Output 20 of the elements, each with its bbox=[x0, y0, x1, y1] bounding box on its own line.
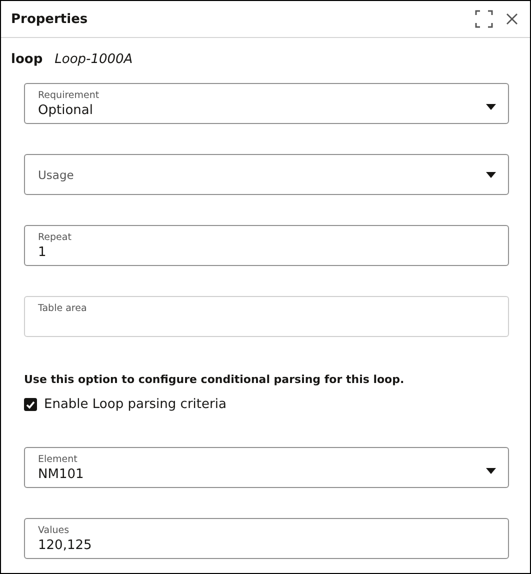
dropdown-field[interactable]: Element NM101 bbox=[24, 447, 509, 488]
enable-criteria-checkbox[interactable]: Enable Loop parsing criteria bbox=[24, 397, 509, 412]
maximize-button[interactable] bbox=[474, 9, 494, 29]
caret-icon bbox=[486, 468, 496, 474]
checkbox-box[interactable] bbox=[24, 398, 37, 411]
input-field[interactable]: Table area bbox=[24, 296, 509, 337]
close-icon bbox=[506, 13, 518, 25]
input-field[interactable]: Values 120,125 bbox=[24, 518, 509, 559]
checkbox-label: Enable Loop parsing criteria bbox=[44, 397, 226, 412]
object-name: Loop-1000A bbox=[54, 52, 133, 67]
input-field[interactable]: Repeat 1 bbox=[24, 225, 509, 266]
dropdown-field[interactable]: Usage bbox=[24, 154, 509, 195]
expand-icon bbox=[475, 10, 493, 28]
panel-title: Properties bbox=[11, 12, 89, 26]
caret-icon bbox=[486, 172, 496, 178]
caret-icon bbox=[486, 104, 496, 110]
dropdown-field[interactable]: Requirement Optional bbox=[24, 83, 509, 124]
check-icon bbox=[26, 400, 35, 408]
object-type: loop bbox=[11, 52, 43, 67]
hint-text: Use this option to configure conditional parsing for this loop. bbox=[24, 373, 406, 386]
